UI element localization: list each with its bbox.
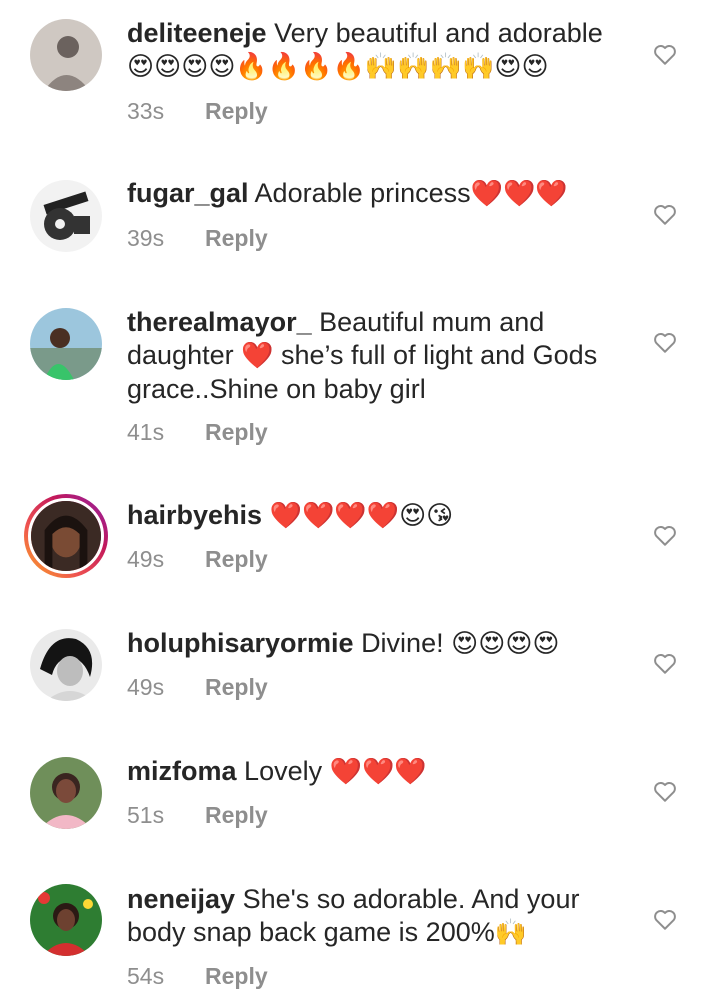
avatar[interactable] <box>30 884 102 956</box>
avatar[interactable] <box>30 629 102 701</box>
comment-meta: 54s Reply <box>127 963 268 990</box>
comment-timestamp: 54s <box>127 963 165 989</box>
comment-username[interactable]: hairbyehis <box>127 500 262 530</box>
like-heart-icon[interactable] <box>652 201 678 227</box>
comment-meta: 33s Reply <box>127 98 268 125</box>
avatar[interactable] <box>30 19 102 91</box>
reply-button[interactable]: Reply <box>205 674 268 700</box>
comment-body: Lovely <box>244 756 323 786</box>
comment-meta: 49s Reply <box>127 674 268 701</box>
comment-meta: 39s Reply <box>127 225 268 252</box>
comment-body: Very beautiful and adorable <box>274 18 603 48</box>
reply-button[interactable]: Reply <box>205 98 268 124</box>
comment-emojis: ❤️❤️❤️❤️😍😘 <box>269 501 454 531</box>
like-heart-icon[interactable] <box>652 778 678 804</box>
comment-text: neneijay She's so adorable. And your bod… <box>127 883 627 950</box>
avatar[interactable] <box>30 180 102 252</box>
comment-body: Adorable princess <box>254 178 471 208</box>
comment-username[interactable]: fugar_gal <box>127 178 249 208</box>
comment-text: therealmayor_ Beautiful mum and daughter… <box>127 306 627 406</box>
comment-text: fugar_gal Adorable princess❤️❤️❤️ <box>127 177 627 211</box>
comment-meta: 51s Reply <box>127 802 268 829</box>
comment-timestamp: 41s <box>127 419 165 445</box>
comment-timestamp: 33s <box>127 98 165 124</box>
comment-meta: 41s Reply <box>127 419 268 446</box>
comment-username[interactable]: deliteeneje <box>127 18 267 48</box>
like-heart-icon[interactable] <box>652 650 678 676</box>
comment-text: deliteeneje Very beautiful and adorable … <box>127 17 627 84</box>
comment-timestamp: 51s <box>127 802 165 828</box>
avatar[interactable] <box>30 308 102 380</box>
comment-username[interactable]: therealmayor_ <box>127 307 312 337</box>
comment-emojis: 😍😍😍😍🔥🔥🔥🔥🙌🙌🙌🙌😍😍 <box>127 52 549 82</box>
comment-timestamp: 39s <box>127 225 165 251</box>
avatar[interactable] <box>30 757 102 829</box>
reply-button[interactable]: Reply <box>205 225 268 251</box>
like-heart-icon[interactable] <box>652 906 678 932</box>
comment-timestamp: 49s <box>127 546 165 572</box>
comment-username[interactable]: neneijay <box>127 884 235 914</box>
comment-body: Divine! <box>361 628 444 658</box>
comment-text: holuphisaryormie Divine! 😍😍😍😍 <box>127 627 627 661</box>
like-heart-icon[interactable] <box>652 329 678 355</box>
reply-button[interactable]: Reply <box>205 963 268 989</box>
comment-emojis: ❤️❤️❤️ <box>470 179 568 209</box>
comment-emojis: 🙌 <box>494 918 528 948</box>
reply-button[interactable]: Reply <box>205 546 268 572</box>
comment-text: mizfoma Lovely ❤️❤️❤️ <box>127 755 627 789</box>
like-heart-icon[interactable] <box>652 522 678 548</box>
comment-emojis: ❤️❤️❤️ <box>329 757 427 787</box>
reply-button[interactable]: Reply <box>205 802 268 828</box>
comment-timestamp: 49s <box>127 674 165 700</box>
comment-emojis: 😍😍😍😍 <box>451 629 560 659</box>
like-heart-icon[interactable] <box>652 41 678 67</box>
avatar-with-story-ring[interactable] <box>24 494 108 578</box>
comment-emojis: ❤️ <box>241 341 274 371</box>
comment-username[interactable]: holuphisaryormie <box>127 628 354 658</box>
comment-text: hairbyehis ❤️❤️❤️❤️😍😘 <box>127 499 627 533</box>
comment-username[interactable]: mizfoma <box>127 756 237 786</box>
reply-button[interactable]: Reply <box>205 419 268 445</box>
comment-meta: 49s Reply <box>127 546 268 573</box>
